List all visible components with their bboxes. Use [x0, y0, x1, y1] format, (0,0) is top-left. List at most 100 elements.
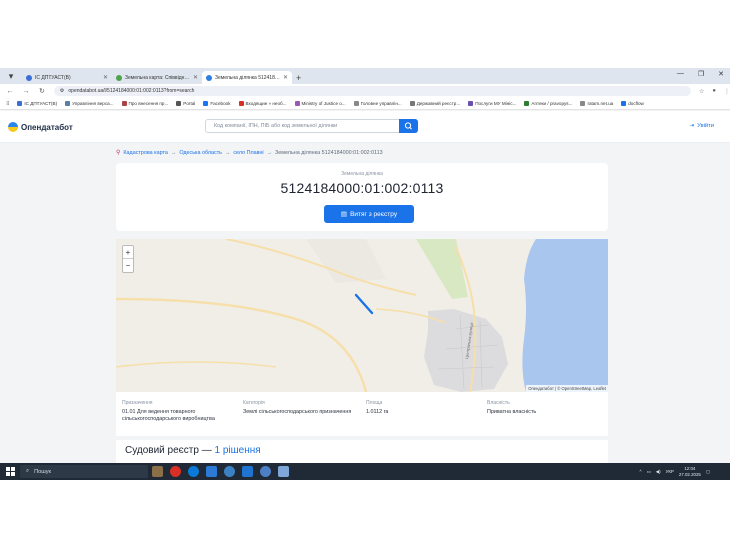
ownership-field: Власність Приватна власність	[487, 400, 597, 416]
map-road	[116, 297, 368, 392]
parcel-number: 5124184000:01:002:0113	[280, 180, 444, 196]
search-placeholder: Код компанії, ІПН, ПІБ або код земельної…	[214, 123, 338, 129]
parcel-info: Призначення 01.01 Для ведення товарного …	[116, 392, 608, 436]
bookmark-item[interactable]: Аптеки / pravopys...	[524, 101, 572, 106]
network-icon[interactable]: ▭	[647, 469, 651, 475]
login-icon: ⇥	[689, 123, 695, 129]
tray-chevron-icon[interactable]: ^	[640, 469, 642, 474]
login-link[interactable]: ⇥ Увійти	[689, 123, 714, 129]
breadcrumb-link[interactable]: село Плавні	[233, 150, 263, 156]
search-button[interactable]	[399, 119, 418, 133]
purpose-field: Призначення 01.01 Для ведення товарного …	[122, 400, 240, 423]
bookmark-item[interactable]: Про внесення пр...	[121, 101, 168, 106]
url-text: opendatabot.ua/l/5124184000:01:002:0113?…	[68, 88, 195, 94]
breadcrumb-link[interactable]: Одеська область	[179, 150, 222, 156]
clock-date: 27.02.2025	[678, 471, 701, 477]
bookmark-item[interactable]: Facebook	[203, 101, 231, 106]
folder-icon[interactable]	[242, 466, 253, 477]
close-icon[interactable]: ✕	[103, 74, 108, 81]
edge-icon[interactable]	[188, 466, 199, 477]
zoom-out-button[interactable]: −	[123, 259, 133, 272]
forward-icon[interactable]: →	[22, 88, 30, 95]
bookmark-item[interactable]: ІС ДПТУАСТ(В)	[17, 101, 57, 106]
map-pin-icon: ⚲	[116, 150, 121, 156]
telegram-icon[interactable]	[224, 466, 235, 477]
category-field: Категорія Землі сільськогосподарського п…	[243, 400, 353, 416]
parcel-card: Земельна ділянка 5124184000:01:002:0113 …	[116, 163, 608, 231]
toolbar-right: ☆ ● ⋮	[699, 88, 730, 95]
breadcrumb-current: Земельна ділянка 5124184000:01:002:0113	[275, 149, 383, 156]
bookmark-favicon-icon	[409, 101, 415, 106]
taskbar-search[interactable]: ⌕ Пошук	[20, 465, 148, 478]
bookmark-item[interactable]: Portal	[176, 101, 195, 106]
bookmark-item[interactable]: Входящие » необ...	[238, 101, 287, 106]
menu-icon[interactable]: ⋮	[724, 88, 730, 95]
minimize-icon[interactable]: —	[677, 70, 684, 78]
window-close-icon[interactable]: ✕	[718, 70, 724, 78]
site-logo[interactable]: Опендатабот	[8, 122, 73, 132]
site-info-icon[interactable]: ⚙	[60, 88, 64, 94]
court-count-link[interactable]: 1 рішення	[214, 445, 260, 456]
zoom-in-button[interactable]: +	[123, 246, 133, 259]
tab-favicon-icon	[26, 74, 32, 81]
breadcrumb-separator: →	[170, 149, 177, 156]
reload-icon[interactable]: ↻	[38, 87, 46, 95]
taskbar-app-icon[interactable]	[278, 466, 289, 477]
breadcrumb-separator: →	[224, 149, 231, 156]
map-field	[416, 239, 468, 299]
tab-favicon-icon	[206, 74, 212, 81]
system-tray: ^ ▭ ◀) УКР 12:04 27.02.2025 ▢	[640, 466, 710, 477]
url-input[interactable]: ⚙ opendatabot.ua/l/5124184000:01:002:011…	[53, 86, 691, 96]
category-label: Категорія	[243, 400, 265, 406]
notifications-icon[interactable]: ▢	[706, 469, 710, 475]
taskbar-app-icon[interactable]	[152, 466, 163, 477]
bookmark-favicon-icon	[580, 101, 586, 106]
bookmarks-bar: ⠿ ІС ДПТУАСТ(В) Управління верса... Про …	[0, 98, 730, 110]
close-icon[interactable]: ✕	[283, 74, 288, 81]
clock[interactable]: 12:04 27.02.2025	[679, 466, 701, 477]
bookmark-item[interactable]: Управління верса...	[65, 101, 114, 106]
close-icon[interactable]: ✕	[193, 74, 198, 81]
bookmark-item[interactable]: Державний реєстр...	[409, 101, 460, 106]
mail-icon[interactable]	[206, 466, 217, 477]
maximize-icon[interactable]: ❐	[698, 70, 704, 78]
profile-icon[interactable]: ●	[712, 88, 716, 95]
input-language[interactable]: УКР	[666, 469, 674, 474]
volume-icon[interactable]: ◀)	[656, 469, 661, 475]
back-icon[interactable]: ←	[6, 88, 14, 95]
document-icon: ▤	[340, 211, 348, 218]
apps-icon[interactable]: ⠿	[6, 101, 9, 107]
bookmark-item[interactable]: Послуги МУ Мініс...	[468, 101, 516, 106]
site-header: Опендатабот Код компанії, ІПН, ПІБ або к…	[0, 111, 730, 143]
bookmark-favicon-icon	[621, 101, 627, 106]
window-controls: — ❐ ✕	[677, 70, 724, 78]
tab-title: Земельна ділянка 51241840000...	[215, 74, 280, 81]
breadcrumb-link[interactable]: Кадастрова карта	[123, 150, 168, 156]
bookmark-item[interactable]: docflow	[621, 101, 644, 106]
bookmark-item[interactable]: Ministry of Justice o...	[294, 101, 346, 106]
chrome-icon[interactable]	[260, 466, 271, 477]
bookmark-item[interactable]: ratam.net.ua	[580, 101, 613, 106]
bookmark-favicon-icon	[203, 101, 209, 106]
browser-tab[interactable]: Земельна карта: Співвідношення... ✕	[112, 71, 202, 84]
search-input[interactable]: Код компанії, ІПН, ПІБ або код земельної…	[205, 119, 418, 133]
browser-tab-active[interactable]: Земельна ділянка 51241840000... ✕	[202, 71, 292, 84]
tab-favicon-icon	[116, 74, 122, 81]
tab-search-icon[interactable]: ▾	[4, 69, 18, 83]
bookmark-item[interactable]: Головне управлін...	[353, 101, 402, 106]
extract-button[interactable]: ▤ Витяг з реєстру	[324, 205, 414, 223]
bookmark-star-icon[interactable]: ☆	[699, 88, 704, 95]
address-bar: ← → ↻ ⚙ opendatabot.ua/l/5124184000:01:0…	[0, 84, 730, 98]
map-attribution: Опендатабот | © OpenStreetMap, Leaflet	[526, 385, 608, 392]
new-tab-button[interactable]: +	[296, 73, 301, 83]
bookmark-favicon-icon	[294, 101, 300, 106]
map-water	[522, 239, 608, 392]
opera-icon[interactable]	[170, 466, 181, 477]
cadastral-map[interactable]: Центральна вулиця + − Опендатабот | © Op…	[116, 239, 608, 392]
browser-tab[interactable]: ІС ДПТУАСТ(В) ✕	[22, 71, 112, 84]
bookmark-favicon-icon	[238, 101, 244, 106]
search-icon: ⌕	[26, 468, 30, 474]
windows-start-icon[interactable]	[6, 467, 15, 476]
category-value: Землі сільськогосподарського призначення	[243, 409, 352, 415]
area-value: 1.0112 га	[366, 409, 389, 415]
